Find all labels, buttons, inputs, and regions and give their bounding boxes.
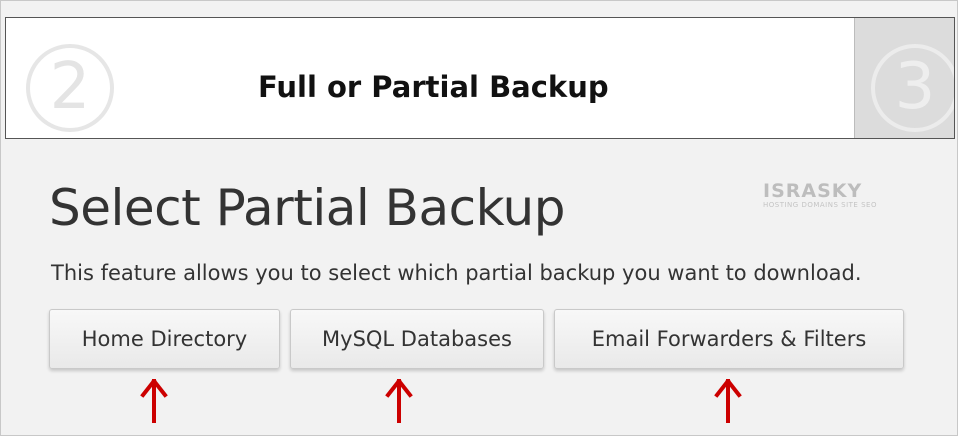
page-description: This feature allows you to select which …: [51, 261, 862, 285]
arrow-up-icon: [385, 379, 413, 423]
logo-tagline: HOSTING DOMAINS SITE SEO: [763, 201, 877, 209]
arrow-up-icon: [714, 379, 742, 423]
page-frame: 2 Full or Partial Backup 3 Select Partia…: [0, 0, 958, 436]
next-step-number-icon: 3: [871, 44, 954, 132]
page-title: Select Partial Backup: [49, 179, 565, 237]
step-title: Full or Partial Backup: [258, 70, 609, 104]
logo-name: ISRASKY: [763, 180, 863, 202]
email-forwarders-filters-button[interactable]: Email Forwarders & Filters: [554, 309, 904, 369]
watermark-logo: ISRASKY HOSTING DOMAINS SITE SEO: [763, 181, 913, 210]
step-header: 2 Full or Partial Backup 3: [5, 17, 955, 139]
step-number-icon: 2: [26, 44, 114, 132]
home-directory-button[interactable]: Home Directory: [49, 309, 280, 369]
arrow-up-icon: [140, 379, 168, 423]
next-step-panel[interactable]: 3: [854, 18, 954, 138]
mysql-databases-button[interactable]: MySQL Databases: [290, 309, 544, 369]
